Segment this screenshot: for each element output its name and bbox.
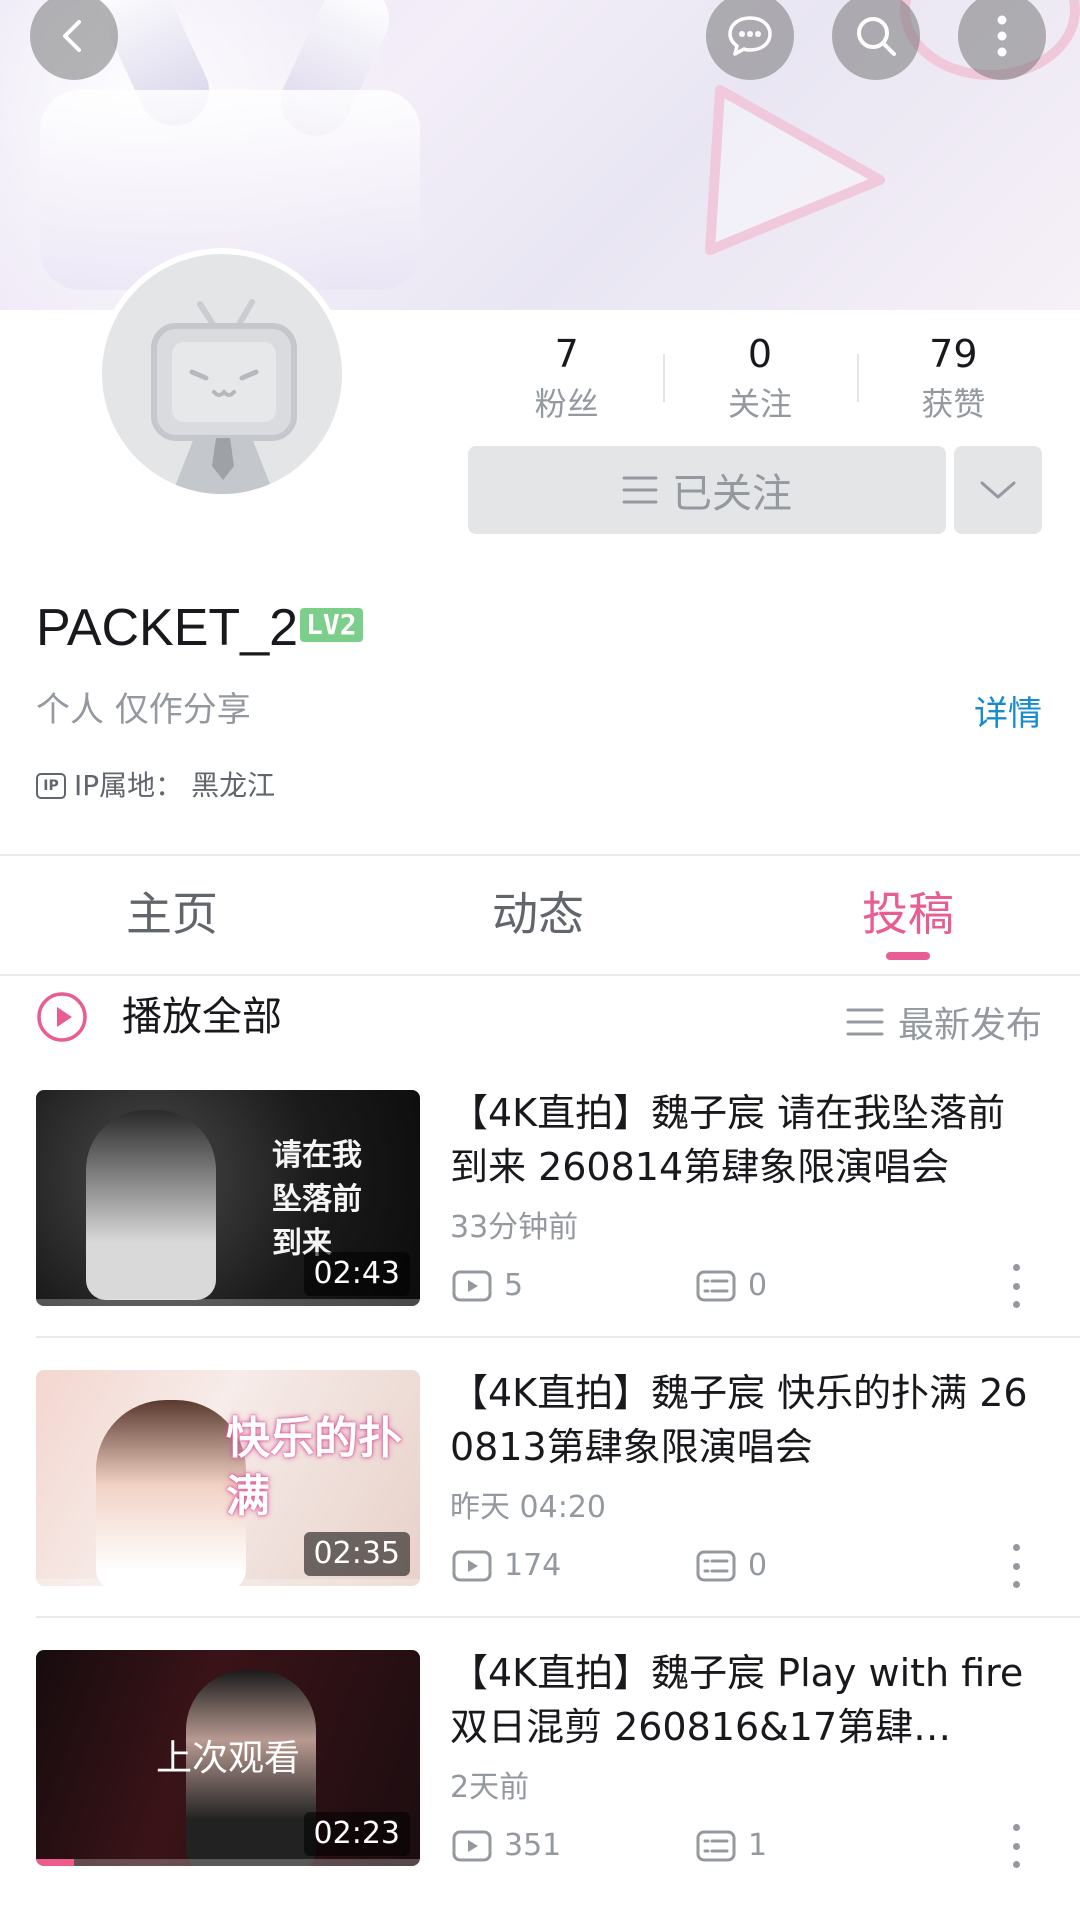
video-duration: 02:35 bbox=[303, 1532, 410, 1576]
thumbnail-caption: 请在我坠落前到来 bbox=[272, 1138, 362, 1261]
stat-divider bbox=[856, 354, 859, 402]
comment-count-value: 0 bbox=[748, 1548, 768, 1583]
comment-count: 1 bbox=[696, 1826, 767, 1866]
video-item[interactable]: 请在我坠落前到来 02:43 【4K直拍】魏子宸 请在我坠落前到来 260814… bbox=[0, 1090, 1080, 1322]
play-count-icon bbox=[452, 1550, 492, 1582]
last-watched-label: 上次观看 bbox=[155, 1738, 300, 1779]
video-duration: 02:43 bbox=[303, 1252, 410, 1296]
ip-value: 黑龙江 bbox=[191, 769, 276, 802]
video-time: 昨天 04:20 bbox=[450, 1490, 606, 1525]
video-more-button[interactable] bbox=[1004, 1824, 1028, 1868]
fans-count: 7 bbox=[554, 332, 579, 376]
details-link[interactable]: 详情 bbox=[974, 692, 1042, 736]
video-thumbnail[interactable]: 请在我坠落前到来 02:43 bbox=[36, 1090, 420, 1306]
tab-home[interactable]: 主页 bbox=[126, 884, 218, 944]
message-button[interactable] bbox=[706, 0, 794, 80]
video-time: 33分钟前 bbox=[450, 1210, 579, 1245]
watch-progress-fill bbox=[36, 1859, 75, 1866]
video-time: 2天前 bbox=[450, 1770, 530, 1805]
ip-location: IP IP属地： 黑龙江 bbox=[36, 766, 275, 806]
following-label: 关注 bbox=[727, 385, 792, 423]
sort-button[interactable]: 最新发布 bbox=[846, 996, 1042, 1048]
watch-progress-track bbox=[36, 1299, 420, 1306]
play-count-icon bbox=[452, 1830, 492, 1862]
chevron-down-icon bbox=[980, 481, 1016, 499]
profile-stats: 7 粉丝 0 关注 79 获赞 bbox=[470, 330, 1050, 430]
tab-uploads[interactable]: 投稿 bbox=[862, 884, 954, 944]
video-more-button[interactable] bbox=[1004, 1544, 1028, 1588]
likes-label: 获赞 bbox=[921, 385, 986, 423]
default-tv-avatar-icon bbox=[151, 299, 297, 494]
comment-count: 0 bbox=[696, 1546, 767, 1586]
likes-stat[interactable]: 79 获赞 bbox=[856, 330, 1050, 430]
menu-lines-icon bbox=[622, 476, 658, 504]
video-thumbnail[interactable]: 上次观看 02:23 bbox=[36, 1650, 420, 1866]
stat-divider bbox=[663, 354, 666, 402]
avatar[interactable] bbox=[96, 248, 348, 500]
video-more-button[interactable] bbox=[1004, 1264, 1028, 1308]
comment-count-value: 1 bbox=[748, 1828, 768, 1863]
followed-label: 已关注 bbox=[672, 471, 792, 517]
ip-label: IP属地： bbox=[74, 769, 184, 802]
follow-options-button[interactable] bbox=[954, 446, 1042, 534]
play-count-value: 351 bbox=[504, 1828, 562, 1863]
play-all-label: 播放全部 bbox=[122, 994, 282, 1040]
watch-progress-track bbox=[36, 1579, 420, 1586]
list-divider bbox=[36, 1336, 1080, 1338]
tab-dynamics[interactable]: 动态 bbox=[492, 884, 584, 944]
profile-tabs: 主页 动态 投稿 bbox=[0, 856, 1080, 974]
thumbnail-caption: 快乐的扑满 bbox=[226, 1413, 402, 1522]
comment-count-value: 0 bbox=[748, 1268, 768, 1303]
user-sign: 个人 仅作分享 bbox=[36, 690, 251, 730]
level-badge: LV2 bbox=[300, 608, 363, 642]
username: PACKET_2 bbox=[36, 599, 299, 657]
play-count-value: 5 bbox=[504, 1268, 524, 1303]
video-title[interactable]: 【4K直拍】魏子宸 请在我坠落前到来 260814第肆象限演唱会 bbox=[450, 1086, 1040, 1194]
comment-count-icon bbox=[696, 1270, 736, 1302]
video-title[interactable]: 【4K直拍】魏子宸 Play with fire 双日混剪 260816&17第… bbox=[450, 1646, 1040, 1754]
sort-label: 最新发布 bbox=[897, 1005, 1042, 1046]
ip-icon: IP bbox=[36, 773, 66, 799]
play-all-button[interactable]: 播放全部 bbox=[36, 990, 282, 1044]
thumbnail-figure bbox=[86, 1110, 216, 1300]
likes-count: 79 bbox=[929, 332, 978, 376]
sort-lines-icon bbox=[846, 1008, 884, 1036]
video-duration: 02:23 bbox=[303, 1812, 410, 1856]
comment-count-icon bbox=[696, 1830, 736, 1862]
play-count-icon bbox=[452, 1270, 492, 1302]
video-item[interactable]: 快乐的扑满 02:35 【4K直拍】魏子宸 快乐的扑满 260813第肆象限演唱… bbox=[0, 1370, 1080, 1602]
fans-label: 粉丝 bbox=[534, 385, 599, 423]
play-circle-icon bbox=[37, 992, 87, 1042]
fans-stat[interactable]: 7 粉丝 bbox=[470, 330, 663, 430]
followed-button[interactable]: 已关注 bbox=[468, 446, 946, 534]
comment-count: 0 bbox=[696, 1266, 767, 1306]
following-count: 0 bbox=[747, 332, 773, 376]
chat-icon bbox=[728, 16, 772, 56]
video-thumbnail[interactable]: 快乐的扑满 02:35 bbox=[36, 1370, 420, 1586]
play-count-value: 174 bbox=[504, 1548, 562, 1583]
search-icon bbox=[857, 17, 896, 56]
video-item[interactable]: 上次观看 02:23 【4K直拍】魏子宸 Play with fire 双日混剪… bbox=[0, 1650, 1080, 1882]
watch-progress-track bbox=[36, 1859, 420, 1866]
active-tab-indicator bbox=[886, 952, 930, 960]
comment-count-icon bbox=[696, 1550, 736, 1582]
tabs-divider bbox=[0, 974, 1080, 976]
more-vertical-icon bbox=[997, 15, 1007, 57]
play-count: 351 bbox=[452, 1826, 561, 1866]
chevron-left-icon bbox=[63, 20, 81, 52]
play-count: 174 bbox=[452, 1546, 561, 1586]
following-stat[interactable]: 0 关注 bbox=[663, 330, 856, 430]
list-divider bbox=[36, 1616, 1080, 1618]
play-count: 5 bbox=[452, 1266, 523, 1306]
search-button[interactable] bbox=[832, 0, 920, 80]
video-title[interactable]: 【4K直拍】魏子宸 快乐的扑满 260813第肆象限演唱会 bbox=[450, 1366, 1040, 1474]
thumbnail-figure bbox=[96, 1400, 246, 1586]
